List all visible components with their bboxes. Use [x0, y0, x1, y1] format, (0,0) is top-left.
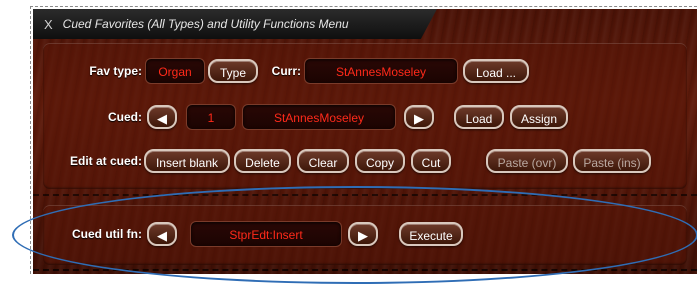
favorites-group: Fav type: Organ Type Curr: StAnnesMosele… — [43, 43, 687, 189]
cued-next-button[interactable]: ▶ — [404, 105, 434, 129]
section-divider — [33, 194, 697, 196]
fav-type-display: Organ — [145, 58, 205, 84]
delete-button[interactable]: Delete — [234, 149, 291, 173]
chevron-right-icon: ▶ — [414, 111, 424, 126]
cued-name-display: StAnnesMoseley — [242, 104, 396, 130]
util-next-button[interactable]: ▶ — [348, 222, 378, 246]
edit-label: Edit at cued: — [69, 154, 142, 168]
dashed-frame-left — [30, 6, 31, 274]
dashed-frame-top — [30, 6, 697, 7]
paste-insert-button[interactable]: Paste (ins) — [573, 149, 651, 173]
close-icon[interactable]: X — [44, 17, 53, 32]
bottom-divider — [33, 269, 697, 271]
cued-label: Cued: — [108, 110, 142, 124]
title-bar: X Cued Favorites (All Types) and Utility… — [33, 9, 437, 39]
util-fn-display: StprEdt:Insert — [190, 221, 342, 247]
cued-prev-button[interactable]: ◀ — [147, 105, 177, 129]
utility-group: Cued util fn: ◀ StprEdt:Insert ▶ Execute — [43, 205, 687, 265]
assign-button[interactable]: Assign — [510, 105, 568, 129]
chevron-right-icon: ▶ — [358, 228, 368, 243]
execute-button[interactable]: Execute — [399, 222, 463, 246]
cued-row: Cued: ◀ 1 StAnnesMoseley ▶ Load Assign — [43, 102, 687, 132]
util-prev-button[interactable]: ◀ — [147, 222, 177, 246]
curr-display: StAnnesMoseley — [304, 58, 458, 84]
menu-panel: X Cued Favorites (All Types) and Utility… — [33, 9, 697, 274]
edit-row: Edit at cued: Insert blank Delete Clear … — [43, 146, 687, 176]
cut-button[interactable]: Cut — [411, 149, 451, 173]
clear-button[interactable]: Clear — [297, 149, 349, 173]
cued-index-display: 1 — [186, 104, 236, 130]
util-label: Cued util fn: — [72, 227, 142, 241]
util-row: Cued util fn: ◀ StprEdt:Insert ▶ Execute — [43, 219, 687, 249]
fav-type-row: Fav type: Organ Type Curr: StAnnesMosele… — [43, 56, 687, 86]
type-button[interactable]: Type — [208, 59, 258, 83]
fav-type-label: Fav type: — [89, 64, 142, 78]
insert-blank-button[interactable]: Insert blank — [144, 149, 230, 173]
cued-load-button[interactable]: Load — [454, 105, 504, 129]
paste-overwrite-button[interactable]: Paste (ovr) — [486, 149, 568, 173]
chevron-left-icon: ◀ — [157, 228, 167, 243]
load-ellipsis-button[interactable]: Load ... — [463, 59, 529, 83]
copy-button[interactable]: Copy — [355, 149, 405, 173]
window-title: Cued Favorites (All Types) and Utility F… — [62, 17, 349, 31]
curr-label: Curr: — [271, 64, 301, 78]
chevron-left-icon: ◀ — [157, 111, 167, 126]
